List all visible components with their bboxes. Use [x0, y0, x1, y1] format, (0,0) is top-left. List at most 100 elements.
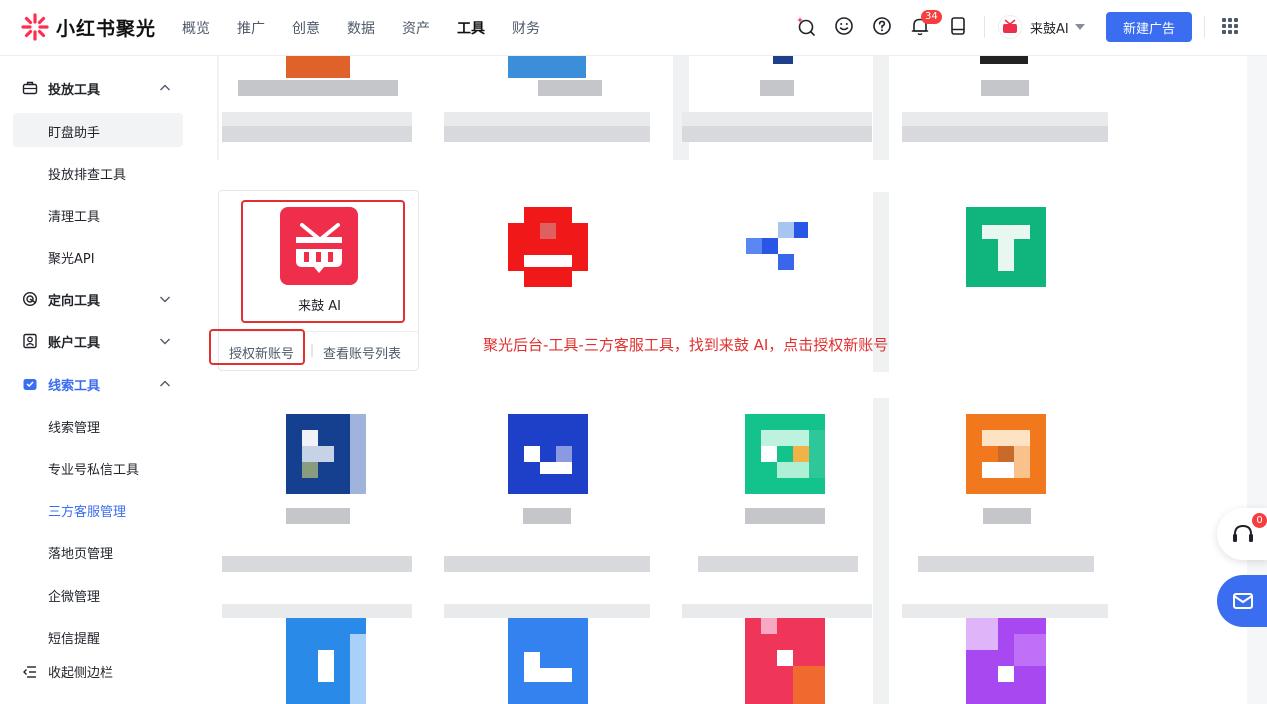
service-badge: 0: [1252, 513, 1267, 528]
app-logo-blurred[interactable]: [745, 618, 825, 704]
sidebar-item-third-party-cs[interactable]: 三方客服管理: [48, 501, 126, 520]
brand-name: 小红书聚光: [56, 17, 157, 40]
nav-overview[interactable]: 概览: [182, 18, 210, 38]
divider: [984, 16, 985, 38]
account-switcher[interactable]: 来鼓AI: [998, 15, 1085, 39]
app-logo-blurred[interactable]: [745, 414, 825, 494]
briefcase-icon: [22, 81, 38, 95]
app-name-blurred: [286, 508, 350, 524]
app-logo-blurred[interactable]: [286, 414, 366, 494]
top-nav: 概览 推广 创意 数据 资产 工具 财务: [182, 0, 567, 56]
chevron-down-icon: [160, 338, 170, 345]
app-desc-blurred: [222, 556, 412, 572]
app-logo-blurred[interactable]: [966, 207, 1046, 287]
user-card-icon: [23, 333, 37, 349]
help-icon[interactable]: [871, 15, 893, 37]
app-logo-blurred[interactable]: [746, 222, 808, 270]
app-desc-blurred: [902, 126, 1108, 142]
drum-icon: [1003, 19, 1017, 33]
collapse-icon: [23, 665, 36, 678]
app-desc-blurred: [444, 604, 650, 618]
chevron-up-icon: [160, 84, 170, 91]
search-spark-icon[interactable]: [795, 15, 817, 37]
sidebar-item-api[interactable]: 聚光API: [48, 248, 95, 267]
sidebar-group-targeting-tools[interactable]: 定向工具: [22, 289, 174, 309]
sidebar-group-label: 线索工具: [48, 378, 101, 394]
app-logo-blurred[interactable]: [966, 414, 1046, 494]
separator: |: [310, 343, 315, 357]
app-desc-blurred: [222, 604, 412, 618]
app-desc-blurred: [682, 604, 872, 618]
app-grid: 来鼓 AI 授权新账号 | 查看账号列表 聚光后台-工具-三方客服工具，找到来鼓…: [198, 56, 1247, 704]
collapse-label: 收起侧边栏: [48, 666, 114, 681]
app-logo-blurred[interactable]: [286, 56, 350, 78]
nav-data[interactable]: 数据: [347, 18, 375, 38]
app-logo-blurred[interactable]: [966, 618, 1046, 704]
highlight-box-app: [241, 200, 405, 323]
app-logo-blurred[interactable]: [508, 207, 588, 287]
app-logo-blurred[interactable]: [286, 618, 366, 704]
divider: [873, 398, 889, 704]
nav-tools[interactable]: 工具: [457, 18, 485, 38]
tablet-icon[interactable]: [947, 15, 969, 37]
view-account-list-link[interactable]: 查看账号列表: [323, 343, 401, 362]
app-logo-blurred[interactable]: [508, 56, 586, 78]
sidebar-item-monitor-assistant[interactable]: 盯盘助手: [48, 122, 100, 141]
apps-grid-icon[interactable]: [1222, 18, 1238, 34]
app-name-blurred: [538, 80, 602, 96]
sidebar-item-pro-dm-tool[interactable]: 专业号私信工具: [48, 459, 139, 478]
sidebar-group-lead-tools[interactable]: 线索工具: [22, 374, 174, 394]
lead-icon: [23, 379, 37, 390]
app-desc-blurred: [698, 556, 858, 572]
new-ad-button[interactable]: 新建广告: [1106, 12, 1192, 42]
collapse-sidebar-button[interactable]: 收起侧边栏: [22, 662, 113, 681]
app-desc-blurred: [902, 604, 1108, 618]
app-logo-blurred[interactable]: [980, 56, 1028, 64]
nav-finance[interactable]: 财务: [512, 18, 540, 38]
divider: [1204, 16, 1205, 38]
sidebar-item-lead-management[interactable]: 线索管理: [48, 417, 100, 436]
app-logo-blurred[interactable]: [508, 618, 588, 704]
app-desc-blurred: [222, 126, 412, 142]
avatar: [998, 15, 1022, 39]
app-desc-blurred: [918, 556, 1094, 572]
target-icon: [22, 291, 38, 307]
app-logo-blurred[interactable]: [508, 414, 588, 494]
divider: [673, 56, 689, 160]
app-name-blurred: [238, 80, 398, 96]
app-desc-blurred: [444, 112, 650, 126]
sidebar-item-wecom[interactable]: 企微管理: [48, 586, 100, 605]
spark-logo-icon: [21, 13, 49, 41]
sidebar: 投放工具 盯盘助手 投放排查工具 清理工具 聚光API 定向工具 账户工具 线索…: [0, 56, 198, 704]
nav-assets[interactable]: 资产: [402, 18, 430, 38]
highlight-box-authorize: [209, 329, 305, 365]
mail-icon: [1233, 593, 1253, 609]
notification-badge: 34: [921, 10, 942, 24]
chevron-up-icon: [160, 380, 170, 387]
message-button[interactable]: [1217, 575, 1267, 627]
sidebar-group-account-tools[interactable]: 账户工具: [22, 331, 174, 351]
divider: [873, 56, 889, 160]
app-name-blurred: [981, 80, 1029, 96]
divider: [217, 56, 219, 160]
caret-down-icon: [1074, 24, 1085, 30]
customer-service-button[interactable]: 0: [1217, 508, 1267, 560]
sidebar-item-sms-alert[interactable]: 短信提醒: [48, 628, 100, 647]
app-name-blurred: [745, 508, 825, 524]
notification-bell[interactable]: 34: [909, 10, 942, 37]
sidebar-group-label: 投放工具: [48, 82, 101, 98]
app-logo-blurred[interactable]: [773, 56, 793, 64]
top-icon-group: 34: [795, 10, 985, 37]
app-desc-blurred: [222, 112, 412, 126]
smile-icon[interactable]: [833, 15, 855, 37]
sidebar-group-label: 定向工具: [48, 293, 101, 309]
sidebar-item-delivery-check[interactable]: 投放排查工具: [48, 164, 126, 183]
brand-logo[interactable]: 小红书聚光: [20, 12, 156, 42]
sidebar-group-label: 账户工具: [48, 335, 101, 351]
sidebar-item-landing-page[interactable]: 落地页管理: [48, 543, 113, 562]
nav-promotion[interactable]: 推广: [237, 18, 265, 38]
sidebar-group-delivery-tools[interactable]: 投放工具: [22, 78, 174, 98]
nav-creative[interactable]: 创意: [292, 18, 320, 38]
account-name: 来鼓AI: [1030, 21, 1069, 37]
sidebar-item-cleanup[interactable]: 清理工具: [48, 206, 100, 225]
